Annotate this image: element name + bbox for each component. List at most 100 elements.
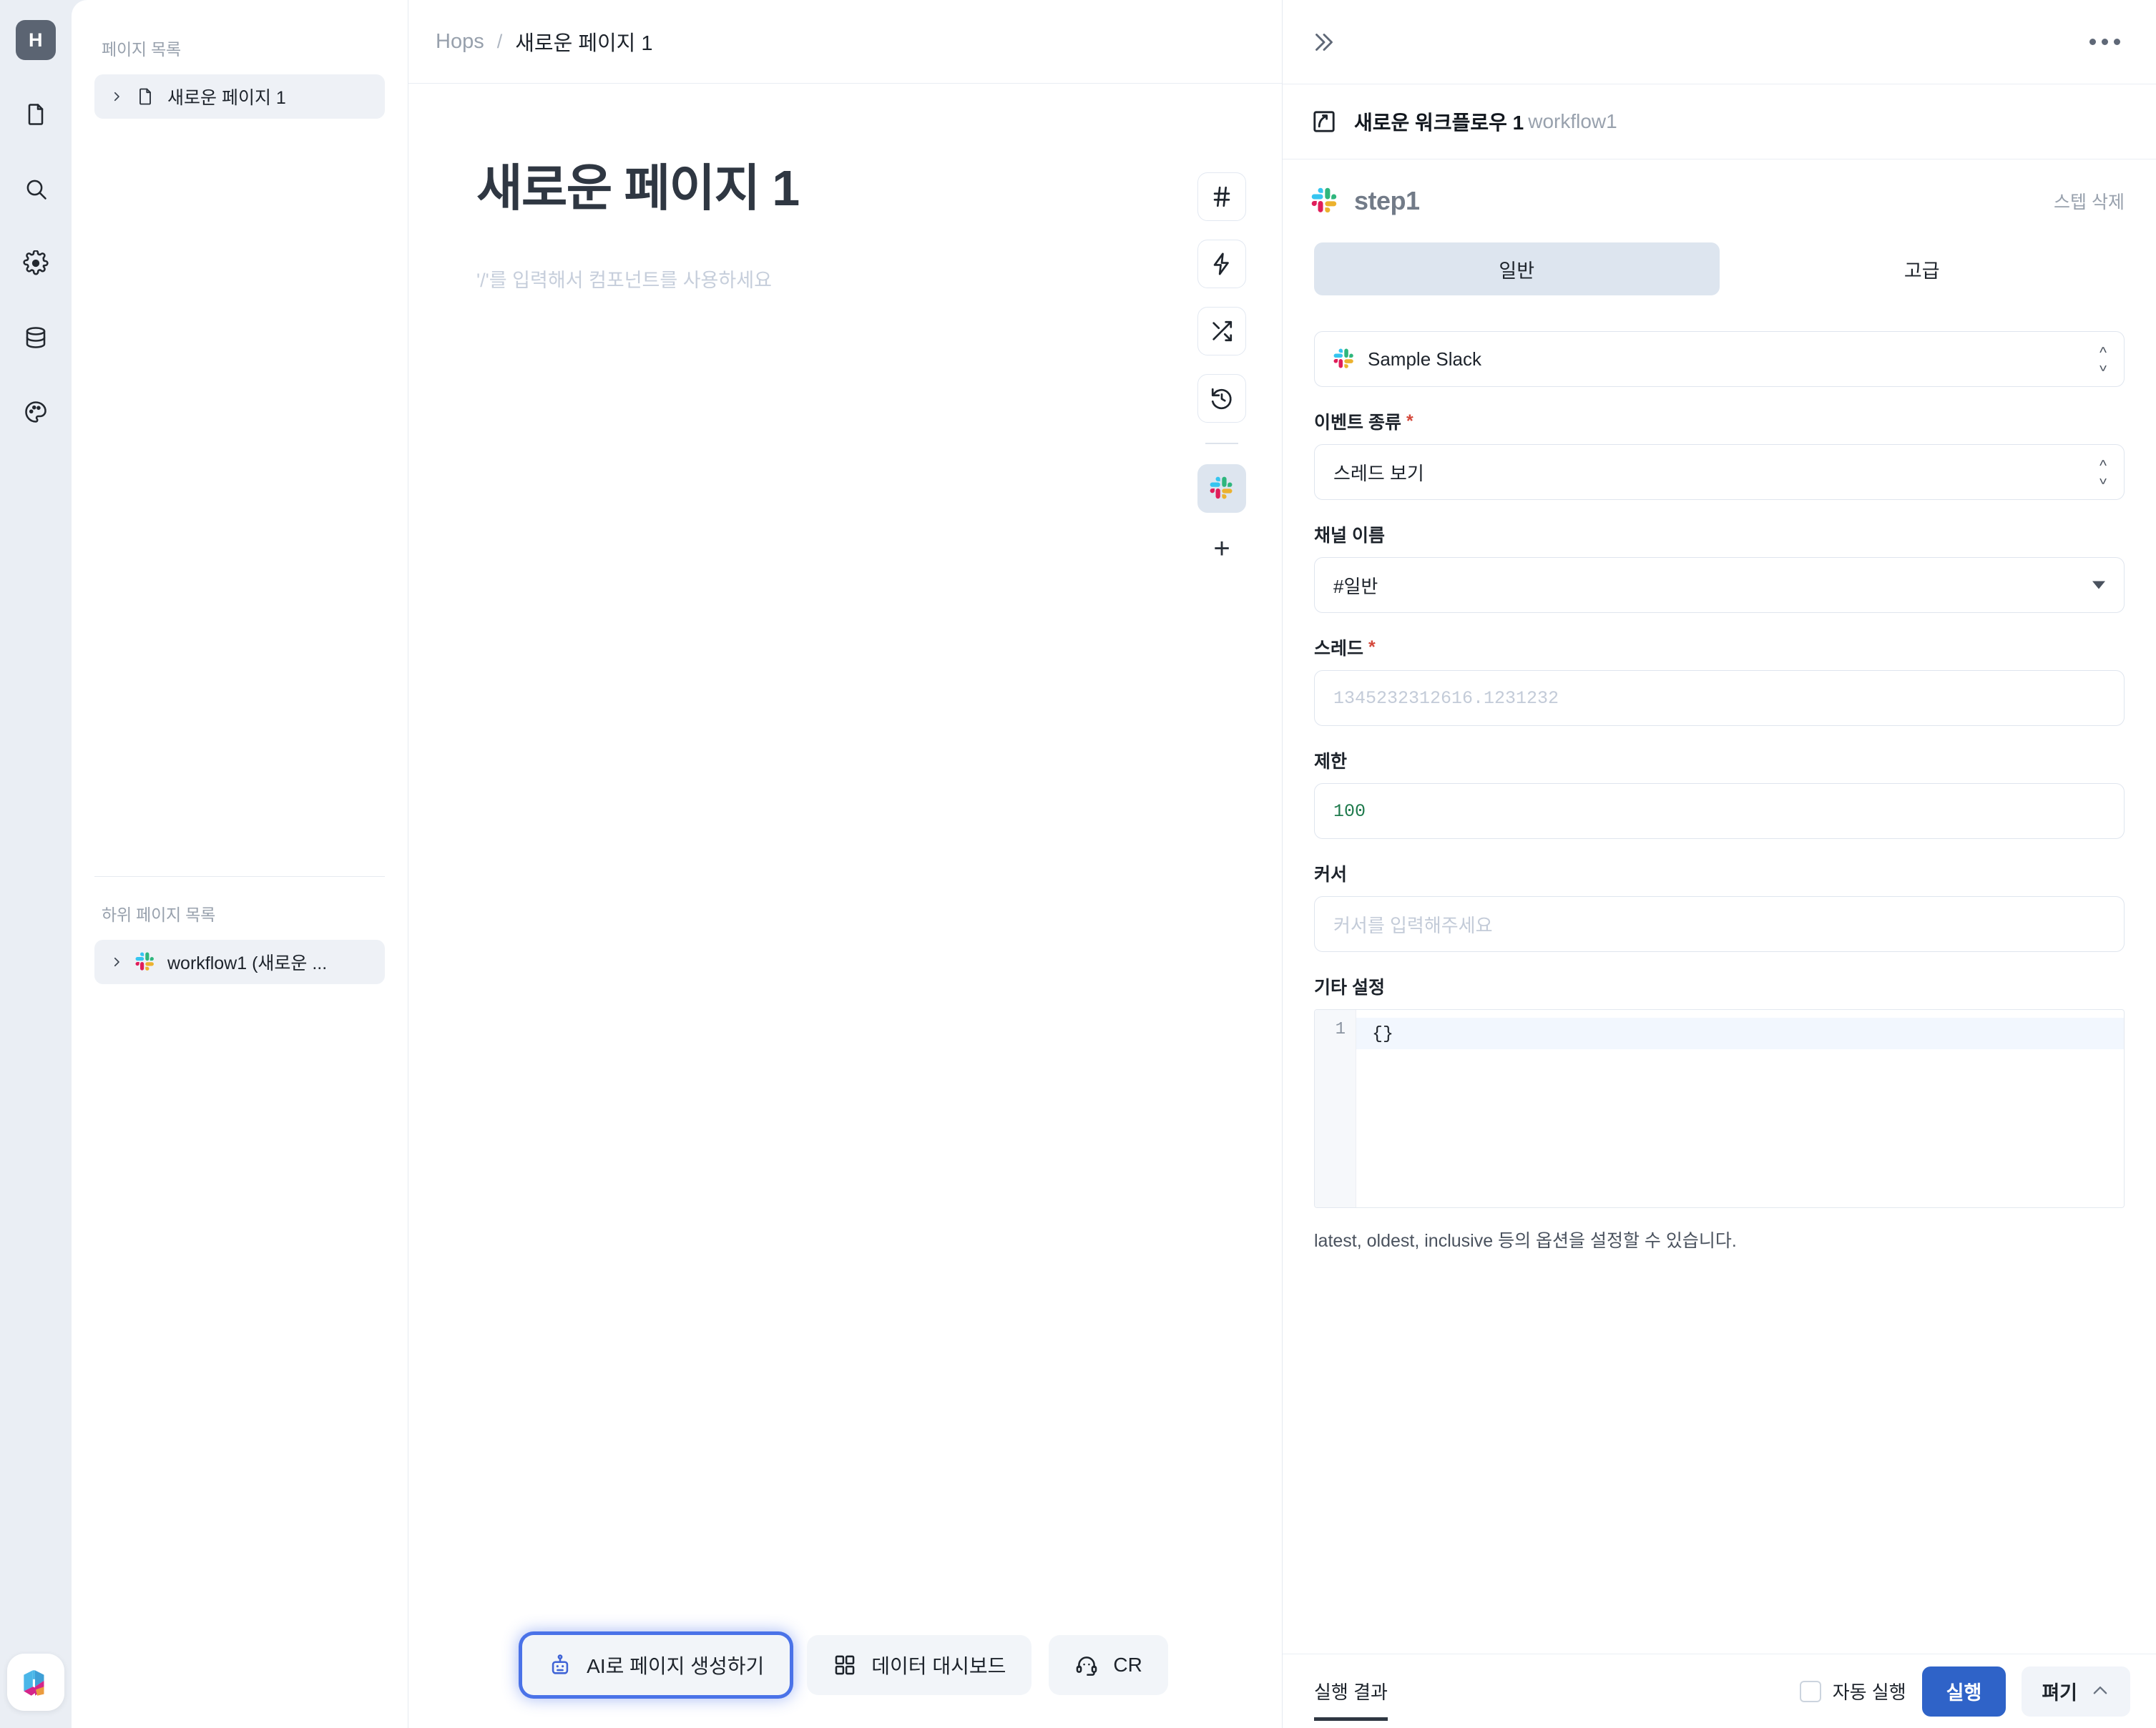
required-asterisk: * [1406,411,1413,431]
page-icon[interactable] [16,94,56,134]
sidebar-item-page-1[interactable]: 새로운 페이지 1 [94,74,385,119]
crm-support-label: CR [1113,1654,1142,1676]
required-asterisk: * [1368,637,1376,657]
event-type-field: 이벤트 종류 * 스레드 보기 ^ ^ [1314,408,2125,500]
limit-label-row: 제한 [1314,747,2125,773]
step-settings-body: 일반 고급 Sample Slack ^ ^ 이벤트 종류 * 스레드 보기 ^… [1283,242,2156,1654]
auto-run-checkbox[interactable] [1799,1680,1821,1702]
cursor-field: 커서 커서를 입력해주세요 [1314,860,2125,952]
slack-icon [134,951,156,973]
tab-execution-result[interactable]: 실행 결과 [1314,1678,1388,1721]
delete-step-button[interactable]: 스텝 삭제 [2054,188,2125,214]
settings-tabs: 일반 고급 [1314,242,2125,295]
gear-icon[interactable] [16,243,56,283]
history-icon-button[interactable] [1197,374,1246,423]
channel-name-value: #일반 [1333,575,1378,597]
thread-field: 스레드 * 1345232312616.1231232 [1314,634,2125,726]
dashboard-icon [835,1655,855,1675]
thread-input-placeholder: 1345232312616.1231232 [1333,687,1559,709]
cursor-label: 커서 [1314,865,1348,885]
workflow-title-row[interactable]: 새로운 워크플로우 1 workflow1 [1283,84,2156,159]
thread-input-wrap[interactable]: 1345232312616.1231232 [1314,670,2125,726]
limit-input-wrap[interactable]: 100 [1314,783,2125,839]
chevron-up-icon [2093,1686,2107,1694]
crm-support-button[interactable]: CR [1049,1635,1168,1695]
cursor-input-placeholder: 커서를 입력해주세요 [1333,914,1493,936]
app-root: H 페이지 목록 새로운 페이지 1 하위 페이지 목록 workflow1 (… [0,0,2156,1728]
auto-run-checkbox-wrap[interactable]: 자동 실행 [1799,1678,1906,1704]
panel-more-options-icon[interactable] [2082,31,2127,52]
connection-select[interactable]: Sample Slack ^ ^ [1314,331,2125,387]
workflow-panel-footer: 실행 결과 자동 실행 실행 펴기 [1283,1654,2156,1728]
shuffle-icon-button[interactable] [1197,307,1246,355]
brand-logo[interactable] [0,1654,72,1728]
sidebar-item-workflow1[interactable]: workflow1 (새로운 ... [94,940,385,984]
brand-badge [7,1654,64,1711]
breadcrumb-separator: / [496,30,503,52]
cursor-label-row: 커서 [1314,860,2125,886]
robot-icon [552,1654,569,1674]
page-canvas[interactable]: 새로운 페이지 1 '/'를 입력해서 컴포넌트를 사용하세요 + AI로 페이… [408,84,1282,1728]
toolbar-divider [1205,443,1238,444]
limit-value: 100 [1333,800,1366,822]
chevron-right-icon[interactable] [110,90,123,103]
sidebar-item-label: 새로운 페이지 1 [167,88,286,108]
chevron-right-icon[interactable] [110,956,123,968]
palette-icon[interactable] [16,392,56,432]
slack-icon [1311,187,1338,215]
tab-general[interactable]: 일반 [1314,242,1720,295]
hash-icon-button[interactable] [1197,172,1246,221]
subpages-list-title: 하위 페이지 목록 [102,905,216,924]
run-button[interactable]: 실행 [1921,1666,2006,1717]
tab-advanced[interactable]: 고급 [1720,242,2125,295]
expand-panel-label: 펴기 [2042,1682,2077,1704]
add-step-button[interactable]: + [1197,531,1246,566]
auto-run-label: 자동 실행 [1832,1682,1906,1703]
database-icon[interactable] [16,318,56,358]
extra-settings-field: 기타 설정 1 {} latest, oldest, inclusive 등의 … [1314,973,2125,1252]
code-content[interactable]: {} [1356,1010,2124,1207]
generate-page-with-ai-button[interactable]: AI로 페이지 생성하기 [522,1635,790,1695]
sidebar-item-label: workflow1 (새로운 ... [167,953,328,973]
extra-settings-label: 기타 설정 [1314,978,1385,998]
collapse-panel-icon[interactable] [1311,29,1337,55]
data-dashboard-label: 데이터 대시보드 [871,1655,1006,1677]
page-title[interactable]: 새로운 페이지 1 [408,84,1282,220]
slack-icon [1333,348,1355,370]
channel-name-field: 채널 이름 #일반 [1314,521,2125,613]
pages-list-title: 페이지 목록 [102,40,181,59]
workflow-slug: workflow1 [1528,110,1617,132]
breadcrumb: Hops / 새로운 페이지 1 [408,0,1282,84]
pages-sidebar: 페이지 목록 새로운 페이지 1 하위 페이지 목록 workflow1 (새로… [72,0,408,1728]
event-type-select[interactable]: 스레드 보기 ^ ^ [1314,444,2125,500]
channel-name-dropdown[interactable]: #일반 [1314,557,2125,613]
hops-logo-icon [24,1670,44,1696]
main-area: Hops / 새로운 페이지 1 새로운 페이지 1 '/'를 입력해서 컴포넌… [408,0,1282,1728]
thread-label: 스레드 [1314,639,1364,659]
code-gutter: 1 [1315,1010,1356,1207]
workspace-logo-button[interactable]: H [16,20,56,60]
step-identity: step1 [1311,186,1420,216]
slack-step-icon-button[interactable] [1197,464,1246,513]
subpages-section: 하위 페이지 목록 workflow1 (새로운 ... [72,877,408,1728]
connection-field: Sample Slack ^ ^ [1314,331,2125,387]
generate-page-with-ai-label: AI로 페이지 생성하기 [587,1655,765,1677]
chevron-down-icon[interactable] [2092,581,2105,589]
extra-settings-code-editor[interactable]: 1 {} [1314,1009,2125,1208]
lightning-icon-button[interactable] [1197,240,1246,288]
workflow-name: 새로운 워크플로우 1 [1354,112,1524,134]
canvas-placeholder-hint[interactable]: '/'를 입력해서 컴포넌트를 사용하세요 [408,220,1282,293]
thread-label-row: 스레드 * [1314,634,2125,660]
cursor-input-wrap[interactable]: 커서를 입력해주세요 [1314,896,2125,952]
connection-value: Sample Slack [1368,348,1481,370]
canvas-toolbar: + [1197,172,1246,566]
headset-icon [1077,1656,1097,1676]
stepper-arrows-icon[interactable]: ^ ^ [2099,345,2107,374]
search-icon[interactable] [16,169,56,209]
breadcrumb-root[interactable]: Hops [436,30,484,54]
data-dashboard-button[interactable]: 데이터 대시보드 [807,1635,1032,1695]
stepper-arrows-icon[interactable]: ^ ^ [2099,458,2107,487]
expand-panel-button[interactable]: 펴기 [2022,1666,2130,1717]
step-name[interactable]: step1 [1354,186,1420,216]
